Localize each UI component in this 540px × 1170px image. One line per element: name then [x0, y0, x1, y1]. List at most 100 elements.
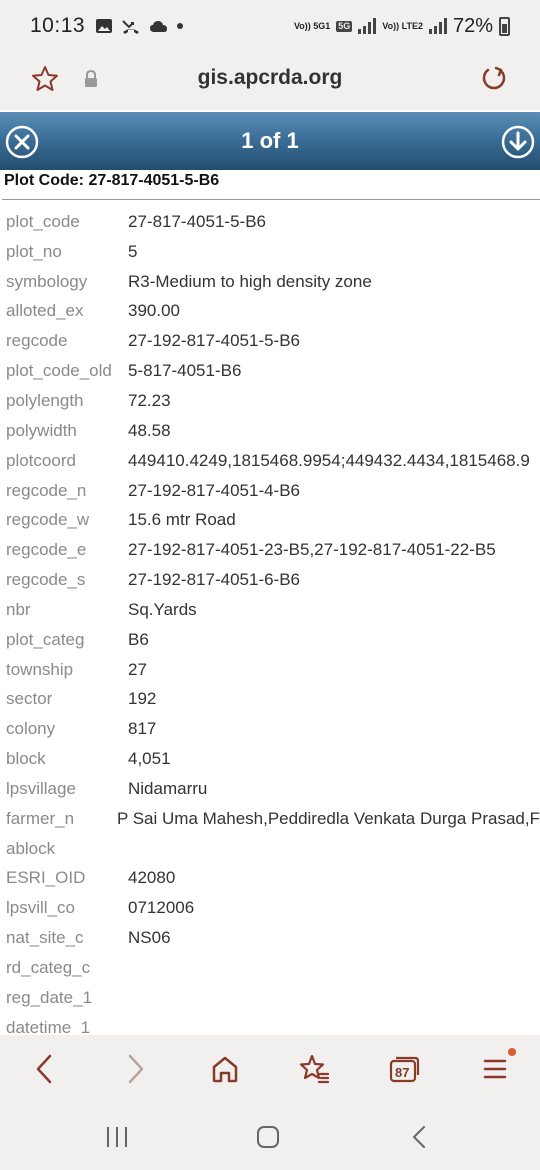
table-row: plot_categ B6	[0, 625, 540, 655]
attr-key: regcode_n	[6, 480, 87, 500]
table-row: alloted_ex 390.00	[0, 297, 540, 327]
attr-value: 48.58	[128, 420, 171, 440]
missed-call-icon	[122, 20, 140, 34]
attr-key: plot_code	[6, 211, 80, 231]
attr-key: regcode_s	[6, 570, 86, 590]
table-row: regcode_w 15.6 mtr Road	[0, 505, 540, 535]
attr-key: nat_site_c	[6, 928, 84, 948]
table-row: sector 192	[0, 685, 540, 715]
table-row: reg_date_1	[0, 983, 540, 1013]
status-bar: 10:13 Vo)) 5G1 5G Vo)) LTE2 72%	[0, 0, 540, 52]
attr-key: alloted_ex	[6, 301, 84, 321]
menu-icon[interactable]	[482, 1048, 516, 1090]
table-row: ablock	[0, 834, 540, 864]
table-row: township 27	[0, 655, 540, 685]
table-row: nat_site_c NS06	[0, 923, 540, 953]
table-row: block 4,051	[0, 744, 540, 774]
table-row: regcode_n 27-192-817-4051-4-B6	[0, 476, 540, 506]
attr-value: 449410.4249,1815468.9954;449432.4434,181…	[128, 450, 530, 470]
attr-key: plot_categ	[6, 629, 85, 649]
table-row: plotcoord 449410.4249,1815468.9954;449432…	[0, 446, 540, 476]
attribute-table: plot_code 27-817-4051-5-B6 plot_no 5 symbo…	[0, 207, 540, 1043]
table-row: lpsvill_co 0712006	[0, 893, 540, 923]
close-icon[interactable]	[5, 125, 39, 164]
popup-title: 1 of 1	[241, 128, 299, 153]
attr-key: farmer_n	[6, 808, 75, 828]
network-label-2: Vo)) LTE2	[382, 20, 423, 31]
attr-value: 27-192-817-4051-4-B6	[128, 480, 301, 500]
attr-value: 4,051	[128, 749, 171, 769]
home-button-icon[interactable]	[255, 1125, 281, 1154]
table-row: plot_code 27-817-4051-5-B6	[0, 207, 540, 237]
forward-icon[interactable]	[124, 1053, 148, 1090]
table-row: ESRI_OID 42080	[0, 864, 540, 894]
attr-key: township	[6, 659, 74, 679]
url-text[interactable]: gis.apcrda.org	[0, 66, 540, 90]
attr-value: 5-817-4051-B6	[128, 361, 242, 381]
tab-count: 87	[395, 1065, 410, 1080]
divider	[2, 199, 540, 200]
table-row: polylength 72.23	[0, 386, 540, 416]
attr-value: 27-192-817-4051-23-B5,27-192-817-4051-22…	[128, 540, 496, 560]
table-row: symbology R3-Medium to high density zone	[0, 267, 540, 297]
back-icon[interactable]	[32, 1053, 56, 1090]
attr-key: nbr	[6, 599, 31, 619]
signal-icon-2	[428, 18, 447, 34]
attr-key: lpsvill_co	[6, 898, 75, 918]
recent-apps-icon[interactable]	[104, 1125, 130, 1154]
attr-value: R3-Medium to high density zone	[128, 271, 372, 291]
more-notifications-dot-icon	[177, 23, 184, 29]
attr-value: 192	[128, 689, 157, 709]
attr-key: plot_code_old	[6, 361, 112, 381]
nav-back-icon[interactable]	[408, 1125, 430, 1154]
table-row: regcode_e 27-192-817-4051-23-B5,27-192-81…	[0, 535, 540, 565]
attr-key: plotcoord	[6, 450, 76, 470]
system-nav-bar	[0, 1105, 540, 1170]
reload-icon[interactable]	[480, 65, 508, 98]
browser-toolbar: 87	[0, 1035, 540, 1105]
attr-key: sector	[6, 689, 53, 709]
table-row: farmer_n P Sai Uma Mahesh,Peddiredla Venk…	[0, 804, 540, 834]
attr-key: polylength	[6, 390, 84, 410]
network-label-5g: 5G	[336, 20, 353, 32]
table-row: nbr Sq.Yards	[0, 595, 540, 625]
attr-value: 5	[128, 241, 138, 261]
notification-icons	[95, 17, 184, 35]
table-row: colony 817	[0, 714, 540, 744]
attr-key: regcode_w	[6, 510, 90, 530]
attr-value: 15.6 mtr Road	[128, 510, 236, 530]
attr-key: lpsvillage	[6, 778, 76, 798]
tabs-icon[interactable]: 87	[388, 1053, 420, 1090]
arrow-down-circle-icon[interactable]	[501, 125, 535, 164]
attr-value: 42080	[128, 868, 176, 888]
attr-value: 72.23	[128, 390, 171, 410]
table-row: polywidth 48.58	[0, 416, 540, 446]
home-icon[interactable]	[210, 1053, 240, 1090]
attr-key: rd_categ_c	[6, 958, 91, 978]
attr-key: ablock	[6, 838, 56, 858]
notification-dot-icon	[508, 1048, 516, 1056]
table-row: plot_no 5	[0, 237, 540, 267]
browser-url-bar: gis.apcrda.org	[0, 52, 540, 110]
attr-value: B6	[128, 629, 149, 649]
attr-value: 27-192-817-4051-5-B6	[128, 331, 301, 351]
attr-value: NS06	[128, 928, 171, 948]
table-row: plot_code_old 5-817-4051-B6	[0, 356, 540, 386]
cloud-icon	[150, 21, 168, 32]
attr-value: 390.00	[128, 301, 180, 321]
attr-key: polywidth	[6, 420, 77, 440]
table-row: regcode_s 27-192-817-4051-6-B6	[0, 565, 540, 595]
favorites-icon[interactable]	[298, 1053, 330, 1090]
gallery-icon	[96, 19, 113, 33]
status-left: 10:13	[30, 14, 184, 38]
attr-value: 27-192-817-4051-6-B6	[128, 570, 301, 590]
attr-key: reg_date_1	[6, 987, 93, 1007]
attr-key: plot_no	[6, 241, 62, 261]
attr-value: 0712006	[128, 898, 195, 918]
attr-key: symbology	[6, 271, 88, 291]
network-label-1: Vo)) 5G1	[293, 20, 331, 31]
attr-key: regcode	[6, 331, 68, 351]
attr-key: ESRI_OID	[6, 868, 86, 888]
status-time: 10:13	[30, 14, 86, 37]
attr-value: 817	[128, 719, 157, 739]
